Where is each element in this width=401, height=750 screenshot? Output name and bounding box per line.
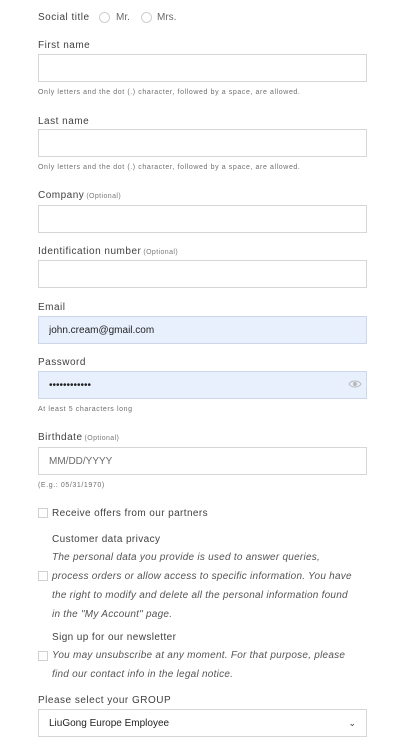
newsletter-checkbox[interactable] — [38, 651, 48, 661]
group-select[interactable]: LiuGong Europe Employee ⌄ — [38, 709, 367, 737]
birthdate-hint: (E.g.: 05/31/1970) — [38, 482, 105, 489]
last-name-hint: Only letters and the dot (.) character, … — [38, 164, 301, 171]
email-label: Email — [38, 302, 66, 313]
privacy-title: Customer data privacy — [52, 534, 161, 545]
last-name-label: Last name — [38, 116, 90, 127]
chevron-down-icon: ⌄ — [348, 717, 356, 728]
radio-mrs-label: Mrs. — [157, 12, 177, 23]
newsletter-text: You may unsubscribe at any moment. For t… — [52, 646, 372, 684]
identification-field[interactable] — [38, 260, 367, 288]
birthdate-label: Birthdate (Optional) — [38, 432, 119, 443]
birthdate-field[interactable] — [38, 447, 367, 475]
social-title-label: Social title — [38, 12, 90, 23]
company-field[interactable] — [38, 205, 367, 233]
group-selected-value: LiuGong Europe Employee — [49, 717, 170, 729]
identification-label-text: Identification number — [38, 246, 142, 257]
eye-icon[interactable] — [348, 379, 362, 389]
birthdate-optional-tag: (Optional) — [84, 435, 120, 442]
password-field[interactable] — [38, 371, 367, 399]
offers-checkbox[interactable] — [38, 508, 48, 518]
company-label-text: Company — [38, 190, 85, 201]
newsletter-title: Sign up for our newsletter — [52, 632, 177, 643]
radio-mr[interactable] — [99, 12, 110, 23]
newsletter-line: find our contact info in the legal notic… — [52, 669, 234, 680]
company-optional-tag: (Optional) — [86, 193, 122, 200]
privacy-line: the right to modify and delete all the p… — [52, 590, 348, 601]
newsletter-line: You may unsubscribe at any moment. For t… — [52, 650, 346, 661]
privacy-text: The personal data you provide is used to… — [52, 548, 372, 624]
privacy-line: process orders or allow access to specif… — [52, 571, 352, 582]
first-name-field[interactable] — [38, 54, 367, 82]
birthdate-label-text: Birthdate — [38, 432, 83, 443]
radio-mr-label: Mr. — [116, 12, 130, 23]
password-label: Password — [38, 357, 86, 368]
company-label: Company (Optional) — [38, 190, 121, 201]
group-label: Please select your GROUP — [38, 695, 172, 706]
identification-label: Identification number (Optional) — [38, 246, 178, 257]
first-name-label: First name — [38, 40, 91, 51]
radio-mrs[interactable] — [141, 12, 152, 23]
privacy-checkbox[interactable] — [38, 571, 48, 581]
first-name-hint: Only letters and the dot (.) character, … — [38, 89, 301, 96]
password-hint: At least 5 characters long — [38, 406, 133, 413]
privacy-line: in the "My Account" page. — [52, 609, 173, 620]
email-field[interactable] — [38, 316, 367, 344]
last-name-field[interactable] — [38, 129, 367, 157]
offers-label: Receive offers from our partners — [52, 508, 209, 519]
identification-optional-tag: (Optional) — [143, 249, 179, 256]
privacy-line: The personal data you provide is used to… — [52, 552, 321, 563]
